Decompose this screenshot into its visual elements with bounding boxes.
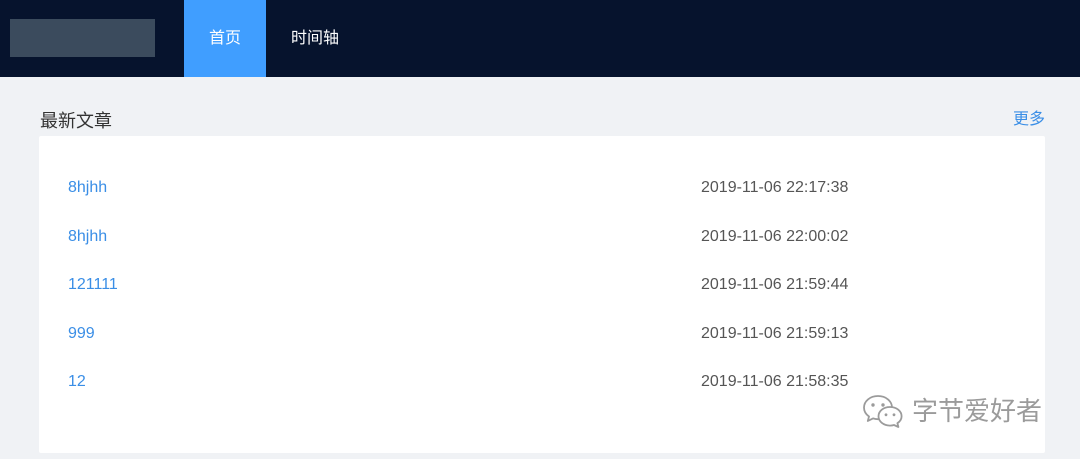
article-title-link[interactable]: 8hjhh bbox=[68, 164, 107, 213]
tab-timeline[interactable]: 时间轴 bbox=[266, 0, 364, 77]
watermark: 字节爱好者 bbox=[862, 393, 1042, 429]
article-date: 2019-11-06 21:59:44 bbox=[701, 276, 849, 293]
tab-home[interactable]: 首页 bbox=[184, 0, 267, 77]
list-item: 999 2019-11-06 21:59:13 bbox=[39, 310, 1045, 359]
article-date: 2019-11-06 21:58:35 bbox=[701, 373, 849, 390]
article-title-link[interactable]: 12 bbox=[68, 358, 86, 407]
nav-tabs: 首页 时间轴 bbox=[184, 0, 364, 77]
top-navigation-bar: 首页 时间轴 bbox=[0, 0, 1080, 77]
article-date: 2019-11-06 22:00:02 bbox=[701, 227, 849, 245]
article-date: 2019-11-06 22:17:38 bbox=[701, 179, 849, 196]
article-title-link[interactable]: 8hjhh bbox=[68, 213, 107, 262]
article-title-link[interactable]: 999 bbox=[68, 310, 95, 359]
section-title: 最新文章 bbox=[40, 111, 112, 131]
article-date: 2019-11-06 21:59:13 bbox=[701, 324, 849, 342]
article-title-link[interactable]: 121111 bbox=[68, 261, 118, 310]
list-item: 8hjhh 2019-11-06 22:17:38 bbox=[39, 164, 1045, 213]
article-list: 8hjhh 2019-11-06 22:17:38 8hjhh 2019-11-… bbox=[39, 164, 1045, 407]
list-item: 121111 2019-11-06 21:59:44 bbox=[39, 261, 1045, 310]
list-item: 8hjhh 2019-11-06 22:00:02 bbox=[39, 213, 1045, 262]
wechat-icon bbox=[862, 394, 904, 428]
logo-placeholder[interactable] bbox=[10, 19, 155, 57]
watermark-text: 字节爱好者 bbox=[912, 396, 1043, 426]
more-link[interactable]: 更多 bbox=[1013, 108, 1045, 132]
